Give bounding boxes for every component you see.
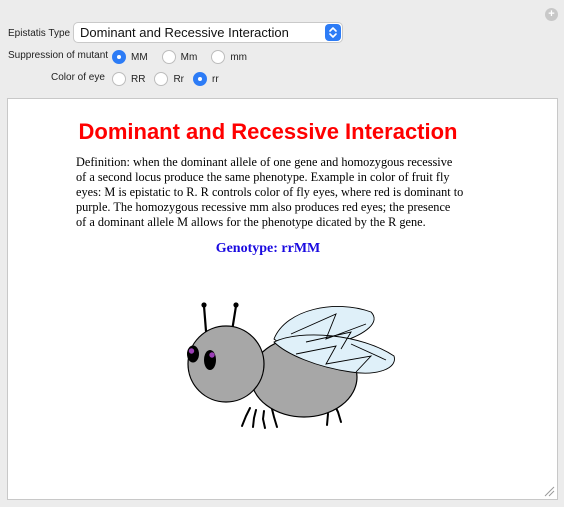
suppression-options: MM Mm mm [112,50,247,64]
fly-head [187,325,265,403]
radio-unselected-icon[interactable] [112,72,126,86]
radio-selected-icon[interactable] [193,72,208,86]
fly-eye-right [204,350,216,370]
suppression-option-mm[interactable]: mm [211,50,247,64]
eye-option-RR[interactable]: RR [112,72,145,86]
epistasis-type-value: Dominant and Recessive Interaction [80,25,289,40]
definition-line: Definition: when the dominant allele of … [76,155,453,169]
epistasis-type-select[interactable]: Dominant and Recessive Interaction [73,22,343,43]
suppression-option-MM[interactable]: MM [112,50,148,64]
epistasis-type-row: Epistatis Type [8,28,70,39]
resize-grip-icon[interactable] [543,485,555,497]
radio-unselected-icon[interactable] [154,72,169,86]
eye-option-rr[interactable]: rr [193,72,219,86]
output-panel: Dominant and Recessive Interaction Defin… [7,98,558,500]
epistasis-type-label: Epistatis Type [8,28,71,39]
definition-line: of a second locus produce the same pheno… [76,170,450,184]
fly-pupil-right [209,352,215,358]
definition-line: purple. The homozygous recessive mm also… [76,200,451,214]
definition-text: Definition: when the dominant allele of … [76,155,468,230]
definition-line: of a dominant allele M allows for the ph… [76,215,426,229]
reset-plus-icon[interactable]: + [545,8,558,21]
eye-color-label: Color of eye [51,72,105,83]
up-down-chevron-icon[interactable] [325,24,341,41]
fly-pupil-left [188,348,195,354]
fly-eye-left [187,345,199,363]
panel-title: Dominant and Recessive Interaction [78,119,458,144]
definition-line: eyes: M is epistatic to R. R controls co… [76,185,464,199]
suppression-option-Mm[interactable]: Mm [161,50,197,64]
radio-unselected-icon[interactable] [211,50,226,64]
eye-option-Rr[interactable]: Rr [154,72,184,86]
eye-color-options: RR Rr rr [112,72,219,86]
fruit-fly-illustration [187,302,395,429]
radio-selected-icon[interactable] [112,50,126,64]
suppression-label: Suppression of mutant [8,50,109,61]
genotype-label: Genotype: rrMM [215,241,321,256]
radio-unselected-icon[interactable] [161,50,176,64]
suppression-row: Suppression of mutant [8,50,108,61]
eye-color-row: Color of eye [51,72,105,83]
